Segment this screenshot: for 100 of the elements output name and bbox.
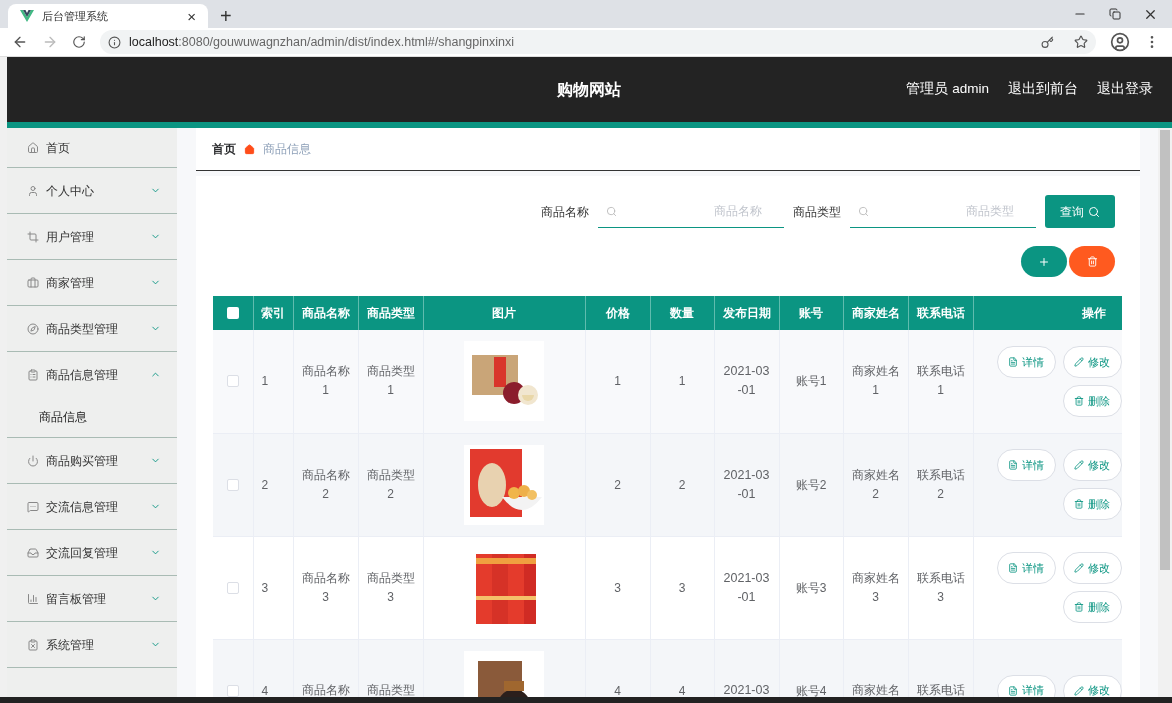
table-cell-text: 商品类型 xyxy=(365,682,416,697)
action-button[interactable]: 详情 xyxy=(996,552,1056,584)
table-cell-text: 商家姓名1 xyxy=(850,363,901,400)
pencil-icon xyxy=(1074,460,1084,470)
user-icon xyxy=(27,184,39,197)
bar-chart-icon xyxy=(27,592,39,605)
table-cell: 3 xyxy=(253,536,293,639)
row-checkbox[interactable] xyxy=(226,375,239,388)
table-cell-text: 2021-03-01 xyxy=(722,569,771,606)
trash-icon xyxy=(1074,602,1084,612)
table-cell-text: 商品类型3 xyxy=(365,569,416,606)
table-cell: 1 xyxy=(253,330,293,433)
table-cell-text: 商品名称2 xyxy=(300,466,351,503)
delete-button[interactable] xyxy=(1069,246,1115,277)
sidebar-item[interactable]: 商品购买管理 xyxy=(7,438,177,483)
table-cell-text: 商品类型1 xyxy=(365,363,416,400)
sidebar-item[interactable]: 首页 xyxy=(7,128,177,167)
sidebar-item[interactable]: 商家管理 xyxy=(7,260,177,305)
pencil-icon xyxy=(1074,685,1084,696)
action-button[interactable]: 删除 xyxy=(1062,384,1122,417)
header-link[interactable]: 退出到前台 xyxy=(1008,79,1078,100)
sidebar-item[interactable]: 用户管理 xyxy=(7,214,177,259)
action-button[interactable]: 详情 xyxy=(996,449,1056,481)
action-button[interactable]: 修改 xyxy=(1062,449,1122,481)
action-button[interactable]: 删除 xyxy=(1062,488,1122,520)
document-icon xyxy=(1008,685,1018,696)
home-icon xyxy=(27,141,39,154)
document-icon xyxy=(1008,563,1018,573)
query-button[interactable]: 查询 xyxy=(1045,195,1115,228)
table-cell-text: 联系电话1 xyxy=(915,363,966,400)
sidebar-item[interactable]: 系统管理 xyxy=(7,622,177,667)
clipboard-x-icon xyxy=(27,638,39,651)
action-button[interactable]: 修改 xyxy=(1062,345,1122,378)
back-icon[interactable] xyxy=(12,34,28,50)
inbox-icon xyxy=(27,546,39,559)
breadcrumb-link[interactable]: 首页 xyxy=(212,140,236,158)
info-icon xyxy=(108,35,121,49)
search-field[interactable]: 商品名称 xyxy=(598,195,784,228)
tab-close-button[interactable]: × xyxy=(187,8,196,24)
document-icon xyxy=(1008,356,1018,367)
sidebar-item[interactable]: 留言板管理 xyxy=(7,576,177,621)
action-button[interactable]: 修改 xyxy=(1062,674,1122,697)
pencil-icon xyxy=(1074,563,1084,573)
restore-icon[interactable] xyxy=(1109,8,1121,20)
action-button[interactable]: 详情 xyxy=(996,674,1056,697)
table-cell: 3 xyxy=(650,536,714,639)
sidebar-item[interactable]: 商品信息管理 xyxy=(7,352,177,397)
table-cell: 2 xyxy=(585,433,650,536)
sidebar-subitem[interactable]: 商品信息 xyxy=(7,397,177,437)
table-cell: 账号2 xyxy=(779,433,843,536)
table-cell-text: 商品名称1 xyxy=(300,363,351,400)
key-icon[interactable] xyxy=(1041,35,1054,49)
forward-icon[interactable] xyxy=(42,34,58,50)
search-label: 商品名称 xyxy=(541,203,589,221)
sidebar-item[interactable]: 交流信息管理 xyxy=(7,484,177,529)
table-cell-text: 商家姓名 xyxy=(850,682,901,697)
message-icon xyxy=(27,500,39,513)
sidebar-item[interactable]: 商品类型管理 xyxy=(7,306,177,351)
row-checkbox[interactable] xyxy=(226,684,239,697)
table-cell-text: 商家姓名3 xyxy=(850,569,901,606)
sidebar-item[interactable]: 交流回复管理 xyxy=(7,530,177,575)
site-title: 购物网站 xyxy=(557,79,621,100)
table-cell: 3 xyxy=(585,536,650,639)
new-tab-button[interactable]: + xyxy=(220,6,232,26)
clipboard-icon xyxy=(27,368,39,381)
table-cell: 2 xyxy=(650,433,714,536)
row-checkbox[interactable] xyxy=(226,478,239,491)
action-button[interactable]: 删除 xyxy=(1062,591,1122,623)
search-field[interactable]: 商品类型 xyxy=(850,195,1036,228)
power-icon xyxy=(27,454,39,467)
table-cell-text: 2021-03-01 xyxy=(722,363,771,400)
table-cell-text: 联系电话2 xyxy=(915,466,966,503)
table-cell-text: 2021-03 xyxy=(722,682,771,697)
table-cell-text: 联系电话3 xyxy=(915,569,966,606)
crop-icon xyxy=(27,230,39,243)
url-text: localhost:8080/gouwuwagnzhan/admin/dist/index.html#/shangpinxinxi xyxy=(129,33,514,51)
table-cell: 账号3 xyxy=(779,536,843,639)
search-icon xyxy=(1088,205,1100,218)
row-checkbox[interactable] xyxy=(226,581,239,594)
search-icon xyxy=(858,206,869,217)
pencil-icon xyxy=(1074,356,1084,367)
action-button[interactable]: 修改 xyxy=(1062,552,1122,584)
table-cell: 1 xyxy=(585,330,650,433)
reload-icon[interactable] xyxy=(72,35,86,49)
tab-title: 后台管理系统 xyxy=(42,8,109,24)
compass-icon xyxy=(27,322,39,335)
sidebar-item[interactable]: 个人中心 xyxy=(7,168,177,213)
scrollbar[interactable] xyxy=(1158,128,1172,697)
add-button[interactable] xyxy=(1021,246,1067,277)
action-button[interactable]: 详情 xyxy=(996,345,1056,378)
table-cell-text: 商家姓名2 xyxy=(850,466,901,503)
header-link[interactable]: 退出登录 xyxy=(1097,79,1153,100)
select-all-checkbox[interactable] xyxy=(226,307,239,319)
profile-icon[interactable] xyxy=(1110,32,1130,52)
trash-icon xyxy=(1074,499,1084,509)
plus-icon xyxy=(1038,255,1050,268)
table-cell-text: 2021-03-01 xyxy=(722,466,771,503)
bookmark-star-icon[interactable] xyxy=(1074,35,1088,49)
address-bar[interactable]: localhost:8080/gouwuwagnzhan/admin/dist/index.html#/shangpinxinxi xyxy=(100,30,1096,54)
browser-tab[interactable]: 后台管理系统 × xyxy=(8,4,208,28)
